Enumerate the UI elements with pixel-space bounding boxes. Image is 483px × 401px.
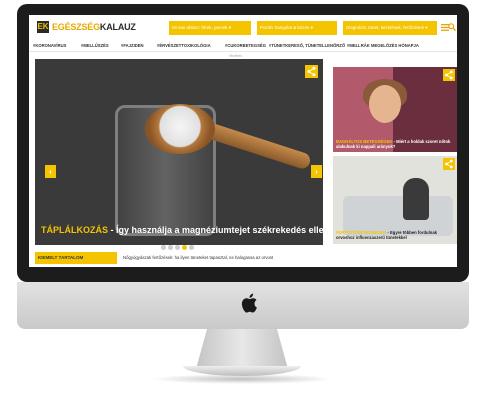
search-icon[interactable] xyxy=(448,23,456,31)
main-slider[interactable]: ‹ › TÁPLÁLKOZÁS - Így használja a magnéz… xyxy=(35,59,323,245)
side-card-2-caption[interactable]: FERTŐZŐ BETEGSÉGEK - Egyre többen fordul… xyxy=(336,230,454,240)
logo-mark[interactable]: EK xyxy=(37,21,49,33)
spoon-image xyxy=(202,121,313,171)
dropdown-mood[interactable]: Pozitív hangulat & közön ▾ xyxy=(257,21,337,35)
chevron-right-icon: › xyxy=(315,167,318,176)
slide-title[interactable]: - Így használja a magnéziumtejet székrek… xyxy=(108,225,324,235)
side-card-1[interactable]: BAGNÁLTOS BETEGSÉGEK - Miért a holdak sz… xyxy=(333,67,457,152)
chevron-left-icon: ‹ xyxy=(49,167,52,176)
nav-item-tunetkereso[interactable]: #TÜNETKERESŐ, TÜNETELLENŐRZŐ xyxy=(269,41,345,51)
slider-dot[interactable] xyxy=(161,245,166,250)
slider-dot[interactable] xyxy=(189,245,194,250)
woman-face-image xyxy=(369,85,401,123)
monitor-stand xyxy=(196,329,288,369)
header: EK EGÉSZSÉGKALAUZ Mi van ebben: hírek, p… xyxy=(29,15,457,37)
slider-dot[interactable] xyxy=(175,245,180,250)
slide-caption[interactable]: TÁPLÁLKOZÁS - Így használja a magnéziumt… xyxy=(41,225,323,235)
share-icon[interactable] xyxy=(443,69,455,81)
logo-text-b: KALAUZ xyxy=(99,22,136,32)
featured-link[interactable]: Nőgyógyászati fertőzések: ha ilyen tünet… xyxy=(123,252,273,264)
side-card-1-caption[interactable]: BAGNÁLTOS BETEGSÉGEK - Miért a holdak sz… xyxy=(336,139,454,149)
slider-dot[interactable] xyxy=(168,245,173,250)
apple-logo-icon xyxy=(238,291,262,315)
nav-item-toxikologia[interactable]: #ÉRVÉSZETTOXIKOLÓGIA xyxy=(157,41,211,51)
nav-item-coronavirus[interactable]: #KORONAVÍRUS xyxy=(33,41,66,51)
ad-label: Hirdetés xyxy=(229,54,243,58)
nav-item-cukorbetegseg[interactable]: #CUKORBETEGSÉG xyxy=(225,41,266,51)
slider-prev-button[interactable]: ‹ xyxy=(45,165,56,178)
featured-bar: KIEMELT TARTALOM Nőgyógyászati fertőzése… xyxy=(35,252,451,264)
salt-spoon-image xyxy=(145,104,215,154)
tag-navigation: #KORONAVÍRUS #MELLÚSZÉS #FAJZIDEN #ÉRVÉS… xyxy=(29,41,457,52)
logo-text-a: EGÉSZSÉG xyxy=(52,22,100,32)
share-icon[interactable] xyxy=(305,65,318,78)
screen: EK EGÉSZSÉGKALAUZ Mi van ebben: hírek, p… xyxy=(29,15,457,267)
featured-label: KIEMELT TARTALOM xyxy=(35,252,117,264)
logo[interactable]: EGÉSZSÉGKALAUZ xyxy=(52,21,136,33)
slider-next-button[interactable]: › xyxy=(311,165,322,178)
dropdown-news[interactable]: Mi van ebben: hírek, percek ▾ xyxy=(169,21,251,35)
nav-item-fajziden[interactable]: #FAJZIDEN xyxy=(121,41,144,51)
sick-person-image xyxy=(403,178,429,220)
dropdown-diagnosis[interactable]: Diagnózis: tünet, kezelések, fertőzések … xyxy=(343,21,437,35)
side-card-2[interactable]: FERTŐZŐ BETEGSÉGEK - Egyre többen fordul… xyxy=(333,156,457,244)
nav-item-mellusszes[interactable]: #MELLÚSZÉS xyxy=(81,41,109,51)
share-icon[interactable] xyxy=(443,158,455,170)
slider-dot-active[interactable] xyxy=(182,245,187,250)
nav-item-mellrak[interactable]: #MELLRÁK MEGELŐZÉS HÓNAPJA xyxy=(347,41,419,51)
slide-category[interactable]: TÁPLÁLKOZÁS xyxy=(41,225,108,235)
